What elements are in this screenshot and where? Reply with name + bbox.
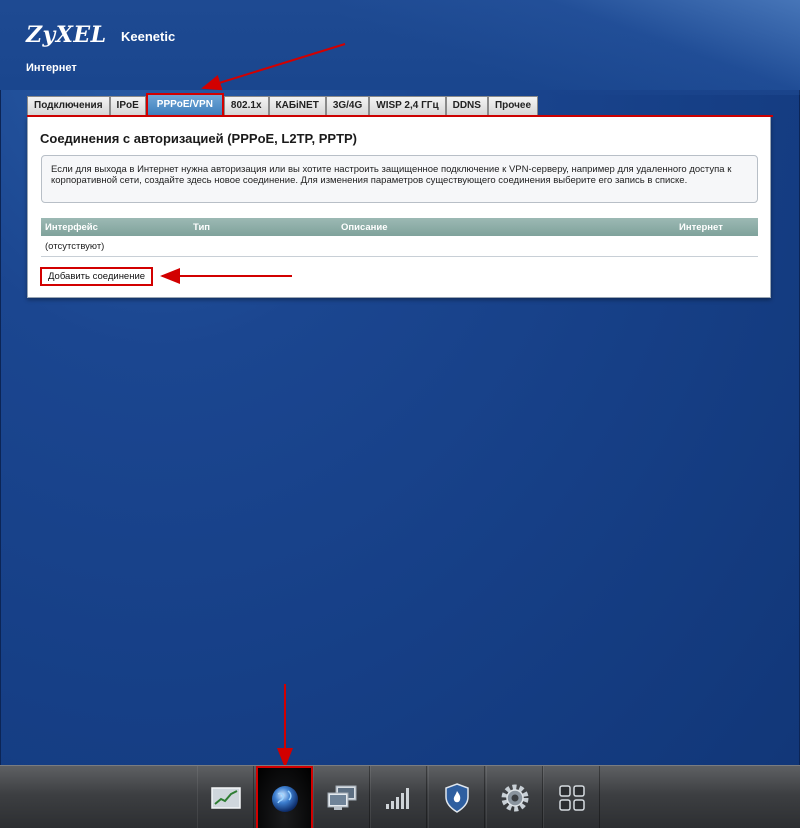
shield-icon (444, 782, 469, 813)
globe-icon (271, 785, 298, 812)
content-panel: Соединения с авторизацией (PPPoE, L2TP, … (27, 117, 771, 298)
product-name: Keenetic (121, 29, 176, 44)
table-row: (отсутствуют) (41, 236, 758, 257)
brand-logo: ZyXEL (26, 22, 107, 48)
dock-item-wifi[interactable] (370, 766, 427, 828)
computers-icon (327, 785, 356, 810)
dock (0, 765, 800, 828)
dock-item-monitor[interactable] (197, 766, 254, 828)
tab-kabinet[interactable]: КАБiNET (268, 96, 326, 115)
tab-pppoe-vpn[interactable]: PPPoE/VPN (145, 93, 224, 115)
tab-ddns[interactable]: DDNS (445, 96, 488, 115)
tab-8021x[interactable]: 802.1x (223, 96, 269, 115)
apps-grid-icon (558, 784, 585, 811)
router-web-ui: ZyXEL Keenetic Интернет Подключения IPoE… (0, 0, 800, 828)
panel-title: Соединения с авторизацией (PPPoE, L2TP, … (40, 131, 358, 146)
tab-connections[interactable]: Подключения (27, 96, 110, 115)
dock-item-apps[interactable] (543, 766, 600, 828)
tab-ipoe[interactable]: IPoE (109, 96, 146, 115)
table-header-row: Интерфейс Тип Описание Интернет (41, 218, 758, 236)
tab-bar: Подключения IPoE PPPoE/VPN 802.1x КАБiNE… (27, 93, 539, 115)
dock-item-security[interactable] (428, 766, 485, 828)
dock-item-internet[interactable] (256, 766, 313, 828)
header: ZyXEL Keenetic Интернет (0, 0, 800, 95)
dock-item-system[interactable] (486, 766, 543, 828)
empty-row-text: (отсутствуют) (41, 236, 758, 257)
gear-icon (501, 784, 528, 811)
tab-3g4g[interactable]: 3G/4G (325, 96, 370, 115)
header-sheen (340, 0, 800, 95)
add-connection-button[interactable]: Добавить соединение (40, 267, 154, 286)
column-header-type[interactable]: Тип (189, 218, 337, 236)
info-box: Если для выхода в Интернет нужна авториз… (41, 155, 758, 203)
section-title: Интернет (26, 62, 77, 74)
chart-icon (210, 786, 241, 809)
signal-bars-icon (385, 787, 409, 809)
column-header-interface[interactable]: Интерфейс (41, 218, 189, 236)
column-header-description[interactable]: Описание (337, 218, 675, 236)
tab-other[interactable]: Прочее (487, 96, 539, 115)
tab-wisp[interactable]: WISP 2,4 ГГц (369, 96, 446, 115)
column-header-internet[interactable]: Интернет (675, 218, 758, 236)
connections-table: Интерфейс Тип Описание Интернет (отсутст… (41, 218, 758, 257)
dock-item-home-network[interactable] (313, 766, 370, 828)
